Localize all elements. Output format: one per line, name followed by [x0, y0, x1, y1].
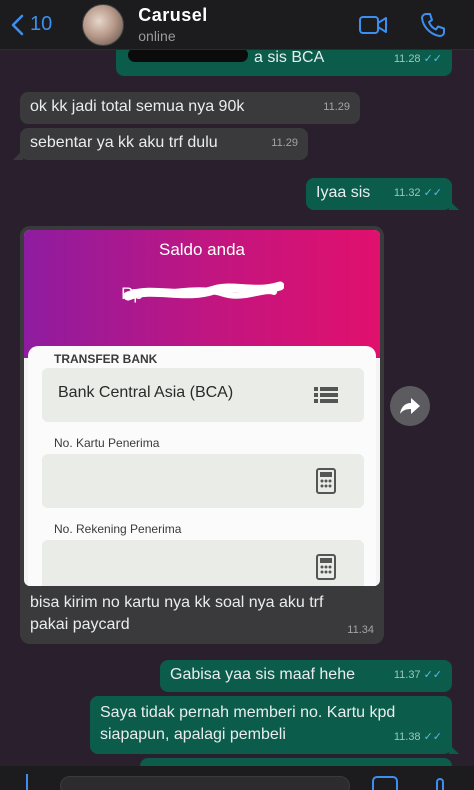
card-number-label: No. Kartu Penerima [54, 436, 160, 450]
message-time: 11.29 [323, 101, 350, 113]
read-ticks-icon: ✓✓ [423, 669, 442, 681]
redaction-scribble [124, 281, 284, 301]
message-text: ok kk jadi total semua nya 90k [30, 98, 245, 115]
message-text: sebentar ya kk aku trf dulu [30, 134, 218, 151]
attached-screenshot[interactable]: Saldo anda Rp TRANSFER BANK Bank Central… [24, 230, 380, 586]
message-text: Iyaa sis [316, 184, 371, 201]
forward-button[interactable] [390, 386, 430, 426]
bank-select-field[interactable]: Bank Central Asia (BCA) [42, 368, 364, 422]
message-out-4[interactable]: Saya tidak pernah memberi no. Kartu kpd … [90, 696, 459, 754]
unread-count: 10 [30, 13, 53, 35]
transfer-form-card: TRANSFER BANK Bank Central Asia (BCA) No… [28, 346, 376, 586]
contact-name: Carusel [138, 5, 208, 25]
read-ticks-icon: ✓✓ [423, 731, 442, 743]
transfer-bank-label: TRANSFER BANK [54, 352, 158, 366]
message-text: Gabisa yaa sis maaf hehe [170, 666, 355, 683]
list-icon[interactable] [314, 382, 338, 408]
message-in-1[interactable]: ok kk jadi total semua nya 90k 11.29 [20, 92, 360, 124]
video-call-icon[interactable] [358, 12, 388, 38]
read-ticks-icon: ✓✓ [423, 187, 442, 199]
camera-icon[interactable] [372, 776, 398, 790]
calculator-icon[interactable] [314, 554, 338, 580]
message-in-2[interactable]: sebentar ya kk aku trf dulu 11.29 [13, 128, 308, 160]
account-number-field[interactable] [42, 540, 364, 586]
message-time: 11.32 [393, 187, 421, 199]
message-time: 11.38 [393, 731, 421, 743]
back-button[interactable]: 10 [10, 13, 52, 36]
balance-header: Saldo anda Rp [24, 230, 380, 358]
message-time: 11.29 [271, 137, 298, 149]
contact-info[interactable]: Carusel online [138, 5, 208, 44]
message-time: 11.37 [393, 669, 421, 681]
saldo-title: Saldo anda [158, 240, 246, 259]
image-message[interactable]: Saldo anda Rp TRANSFER BANK Bank Central… [20, 226, 384, 644]
message-text: Saya tidak pernah memberi no. Kartu kpd … [100, 704, 396, 743]
read-ticks-icon: ✓✓ [423, 53, 442, 65]
bank-value: Bank Central Asia (BCA) [58, 384, 234, 401]
forward-icon [400, 398, 420, 414]
calculator-icon[interactable] [314, 468, 338, 494]
chat-header: 10 Carusel online [0, 0, 474, 50]
message-out-2[interactable]: Iyaa sis 11.32 ✓✓ [306, 178, 459, 210]
mic-icon[interactable] [436, 778, 444, 790]
message-time: 11.34 [347, 624, 374, 636]
image-caption: bisa kirim no kartu nya kk soal nya aku … [30, 594, 324, 633]
message-time: 11.28 [393, 53, 421, 65]
chevron-left-icon [11, 14, 24, 35]
message-out-3[interactable]: Gabisa yaa sis maaf hehe 11.37 ✓✓ [160, 660, 452, 692]
avatar[interactable] [82, 3, 125, 46]
account-number-label: No. Rekening Penerima [54, 522, 182, 536]
plus-icon[interactable] [26, 774, 28, 790]
input-bar [0, 766, 474, 790]
saldo-amount: Rp [24, 281, 380, 304]
message-text: a sis BCA [254, 49, 325, 66]
card-number-field[interactable] [42, 454, 364, 508]
phone-icon[interactable] [418, 12, 448, 38]
redaction-scribble [128, 48, 248, 62]
contact-status: online [138, 28, 176, 44]
message-input[interactable] [60, 776, 350, 790]
